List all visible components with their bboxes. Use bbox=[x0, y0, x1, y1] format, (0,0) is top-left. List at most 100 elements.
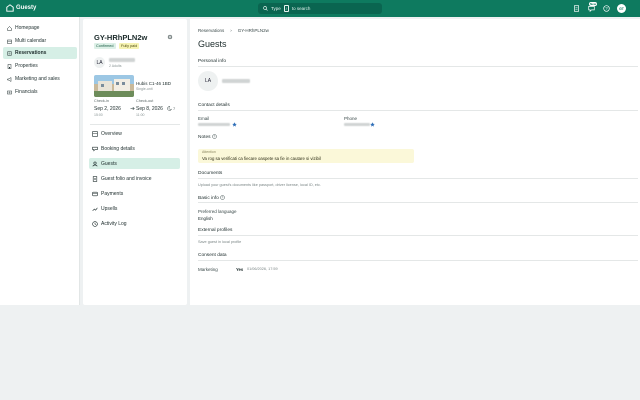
breadcrumb-current: GY-HRhPLN2w bbox=[237, 28, 269, 33]
guest-name-redacted bbox=[109, 58, 135, 62]
guest-name-redacted bbox=[222, 79, 250, 83]
contact-details-title: Contact details bbox=[198, 103, 230, 108]
nav-label: Financials bbox=[15, 89, 38, 95]
guest-avatar-large[interactable]: LA bbox=[198, 71, 218, 91]
guest-avatar[interactable]: LA bbox=[94, 57, 105, 68]
reservation-code: GY-HRhPLN2w bbox=[94, 33, 148, 42]
menu-label: Booking details bbox=[101, 145, 135, 152]
notes-heading: Attention bbox=[202, 150, 216, 154]
nav-item-properties[interactable]: Properties bbox=[3, 60, 77, 72]
search-bar[interactable]: Type / to search bbox=[258, 3, 382, 14]
external-profiles-title: External profiles bbox=[198, 228, 233, 233]
nav-item-marketing[interactable]: Marketing and sales bbox=[3, 73, 77, 85]
listing-type: Single-unit bbox=[136, 87, 153, 91]
search-suffix: to search bbox=[291, 6, 311, 11]
help-icon[interactable]: ? bbox=[603, 5, 610, 12]
menu-item-guests[interactable]: Guests bbox=[89, 158, 180, 169]
gear-icon[interactable] bbox=[167, 34, 173, 40]
inbox-icon[interactable] bbox=[588, 5, 595, 13]
nav-item-homepage[interactable]: Homepage bbox=[3, 22, 77, 34]
folio-icon bbox=[92, 175, 98, 182]
svg-text:?: ? bbox=[605, 6, 608, 11]
info-icon[interactable]: ? bbox=[212, 134, 217, 139]
nav-item-financials[interactable]: Financials bbox=[3, 86, 77, 98]
divider bbox=[198, 260, 638, 261]
marketing-icon bbox=[7, 76, 12, 82]
info-icon[interactable]: ? bbox=[220, 195, 225, 200]
marketing-date: 01/06/2026, 17:59 bbox=[247, 267, 278, 271]
menu-item-payments[interactable]: Payments bbox=[89, 188, 180, 199]
arrow-right-icon bbox=[130, 107, 135, 110]
menu-item-booking-details[interactable]: Booking details bbox=[89, 143, 180, 154]
left-nav: Homepage Multi calendar Reservations Pro… bbox=[0, 17, 80, 305]
main-content: Reservations › GY-HRhPLN2w Guests Person… bbox=[190, 19, 640, 305]
svg-text:?: ? bbox=[214, 135, 216, 139]
notes-label: Notes bbox=[198, 134, 211, 140]
tasks-icon[interactable] bbox=[573, 5, 580, 12]
menu-item-overview[interactable]: Overview bbox=[89, 128, 180, 139]
activity-icon bbox=[92, 220, 98, 227]
marketing-value: Yes bbox=[236, 267, 244, 272]
menu-item-guest-folio[interactable]: Guest folio and invoice bbox=[89, 173, 180, 184]
booking-icon bbox=[92, 146, 98, 152]
breadcrumb: Reservations › GY-HRhPLN2w bbox=[198, 28, 269, 33]
checkout-label: Check-out bbox=[136, 99, 154, 103]
payment-badge: Fully paid bbox=[119, 43, 140, 49]
upsells-icon bbox=[92, 207, 98, 211]
phone-value-redacted[interactable] bbox=[344, 123, 370, 126]
nav-item-multi-calendar[interactable]: Multi calendar bbox=[3, 35, 77, 47]
preferred-language-value: English bbox=[198, 216, 213, 221]
notes-box[interactable]: Attention Va rog sa verificati ca fiecar… bbox=[198, 149, 414, 163]
nav-item-reservations[interactable]: Reservations bbox=[3, 47, 77, 59]
preferred-language-label: Preferred language bbox=[198, 209, 237, 214]
checkout-time: 11:00 bbox=[136, 113, 145, 117]
moon-icon bbox=[167, 106, 172, 111]
chevron-right-icon: › bbox=[230, 28, 232, 33]
app-logo[interactable]: Guesty bbox=[6, 4, 36, 12]
divider bbox=[198, 202, 638, 203]
payments-icon bbox=[92, 191, 98, 196]
documents-title: Documents bbox=[198, 171, 223, 176]
nav-label: Multi calendar bbox=[15, 38, 47, 44]
email-value-redacted[interactable] bbox=[198, 123, 230, 126]
notes-text: Va rog sa verificati ca fiecare oaspete … bbox=[202, 156, 321, 161]
nav-label: Marketing and sales bbox=[15, 76, 60, 82]
status-badge: Confirmed bbox=[94, 43, 116, 49]
overview-icon bbox=[92, 130, 98, 137]
notes-title: Notes ? bbox=[198, 134, 217, 140]
properties-icon bbox=[7, 63, 12, 69]
listing-name[interactable]: Hubis C1-46 1BD bbox=[136, 81, 171, 86]
nav-label: Properties bbox=[15, 63, 38, 69]
divider bbox=[198, 178, 638, 179]
documents-text: Upload your guest's documents like passp… bbox=[198, 183, 321, 187]
checkout-date: Sep 8, 2026 bbox=[136, 106, 163, 112]
nights-count: 7 bbox=[173, 106, 176, 111]
basic-info-label: Basic info bbox=[198, 195, 219, 201]
page-title: Guests bbox=[198, 39, 227, 49]
email-label: Email bbox=[198, 116, 210, 121]
basic-info-title: Basic info ? bbox=[198, 195, 225, 201]
user-avatar[interactable]: GT bbox=[617, 4, 626, 13]
personal-info-title: Personal info bbox=[198, 59, 226, 64]
menu-item-activity-log[interactable]: Activity Log bbox=[89, 218, 180, 229]
reservation-panel: GY-HRhPLN2w Confirmed Fully paid LA 2 Ad… bbox=[83, 19, 187, 305]
breadcrumb-root[interactable]: Reservations bbox=[198, 28, 224, 33]
financials-icon bbox=[7, 90, 12, 94]
divider bbox=[198, 235, 638, 236]
new-badge: New bbox=[589, 2, 598, 6]
marketing-label: Marketing bbox=[198, 267, 218, 272]
consent-title: Consent data bbox=[198, 253, 227, 258]
star-icon[interactable] bbox=[370, 122, 375, 127]
listing-photo[interactable] bbox=[94, 75, 134, 97]
reservations-icon bbox=[7, 50, 12, 56]
guests-icon bbox=[92, 161, 98, 166]
star-icon[interactable] bbox=[232, 122, 237, 127]
menu-item-upsells[interactable]: Upsells bbox=[89, 203, 180, 214]
checkin-date: Sep 2, 2026 bbox=[94, 106, 121, 112]
divider bbox=[198, 110, 638, 111]
nav-label: Reservations bbox=[15, 50, 47, 56]
search-prefix: Type bbox=[271, 6, 281, 11]
checkin-time: 15:00 bbox=[94, 113, 103, 117]
guesty-logo-icon bbox=[6, 4, 14, 12]
divider bbox=[90, 124, 180, 125]
